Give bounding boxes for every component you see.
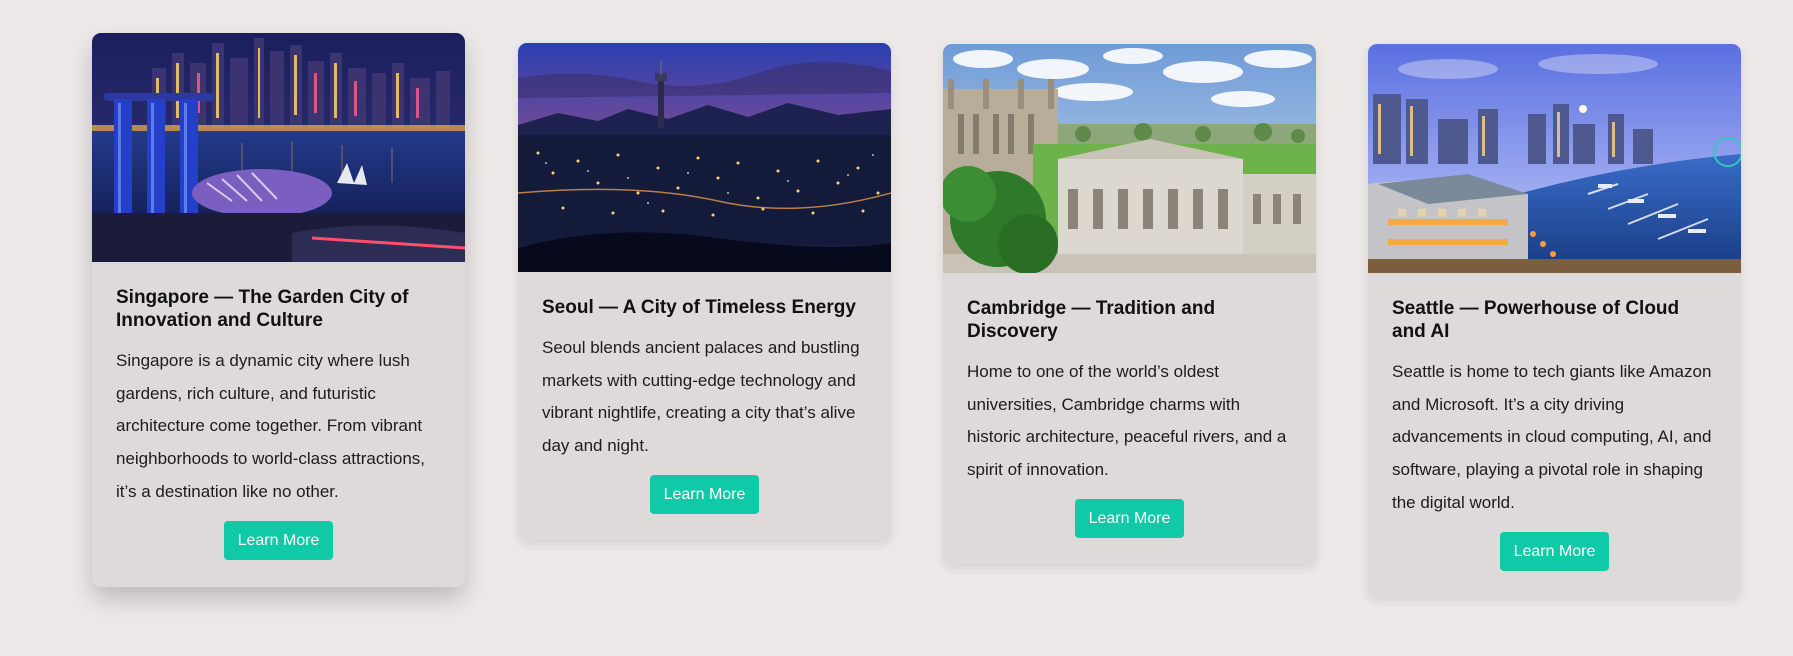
card-title: Cambridge — Tradition and Discovery: [967, 298, 1216, 342]
destination-card-seattle: Seattle — Powerhouse of Cloud and AI Sea…: [1368, 44, 1741, 598]
seattle-image: [1368, 44, 1741, 273]
destination-card-singapore: Singapore — The Garden City of Innovatio…: [92, 33, 465, 587]
learn-more-button[interactable]: Learn More: [649, 474, 760, 514]
destination-card-seoul: Seoul — A City of Timeless Energy Seoul …: [518, 43, 891, 541]
card-description: Singapore is a dynamic city where lush g…: [116, 351, 425, 501]
singapore-image: [92, 33, 465, 262]
learn-more-button[interactable]: Learn More: [223, 520, 334, 560]
card-description: Home to one of the world’s oldest univer…: [967, 362, 1287, 480]
card-description: Seoul blends ancient palaces and bustlin…: [542, 338, 860, 456]
learn-more-button[interactable]: Learn More: [1499, 531, 1610, 571]
seoul-image: [518, 43, 891, 272]
destination-card-cambridge: Cambridge — Tradition and Discovery Home…: [943, 44, 1316, 565]
learn-more-button[interactable]: Learn More: [1074, 498, 1185, 538]
card-title: Singapore — The Garden City of Innovatio…: [116, 287, 409, 331]
cambridge-image: [943, 44, 1316, 273]
card-description: Seattle is home to tech giants like Amaz…: [1392, 362, 1712, 512]
card-title: Seattle — Powerhouse of Cloud and AI: [1392, 298, 1680, 342]
card-title: Seoul — A City of Timeless Energy: [542, 297, 856, 318]
